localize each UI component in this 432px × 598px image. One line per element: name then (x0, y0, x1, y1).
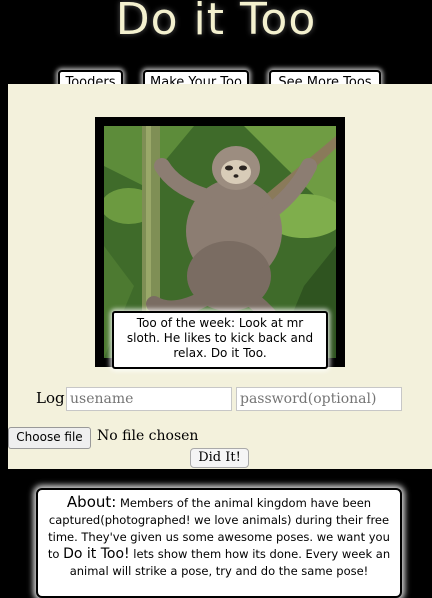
choose-file-button[interactable]: Choose file (8, 427, 91, 449)
login-label: Log (36, 389, 65, 407)
about-heading: About: (66, 493, 117, 511)
file-status: No file chosen (97, 428, 199, 444)
username-input[interactable] (66, 387, 232, 411)
featured-caption: Too of the week: Look at mr sloth. He li… (112, 311, 328, 369)
did-it-button[interactable]: Did It! (190, 448, 249, 468)
about-emphasis: Do it Too! (63, 546, 130, 562)
site-title: Do it Too (115, 0, 317, 45)
password-input[interactable] (236, 387, 402, 411)
about-box: About: Members of the animal kingdom hav… (36, 488, 402, 598)
